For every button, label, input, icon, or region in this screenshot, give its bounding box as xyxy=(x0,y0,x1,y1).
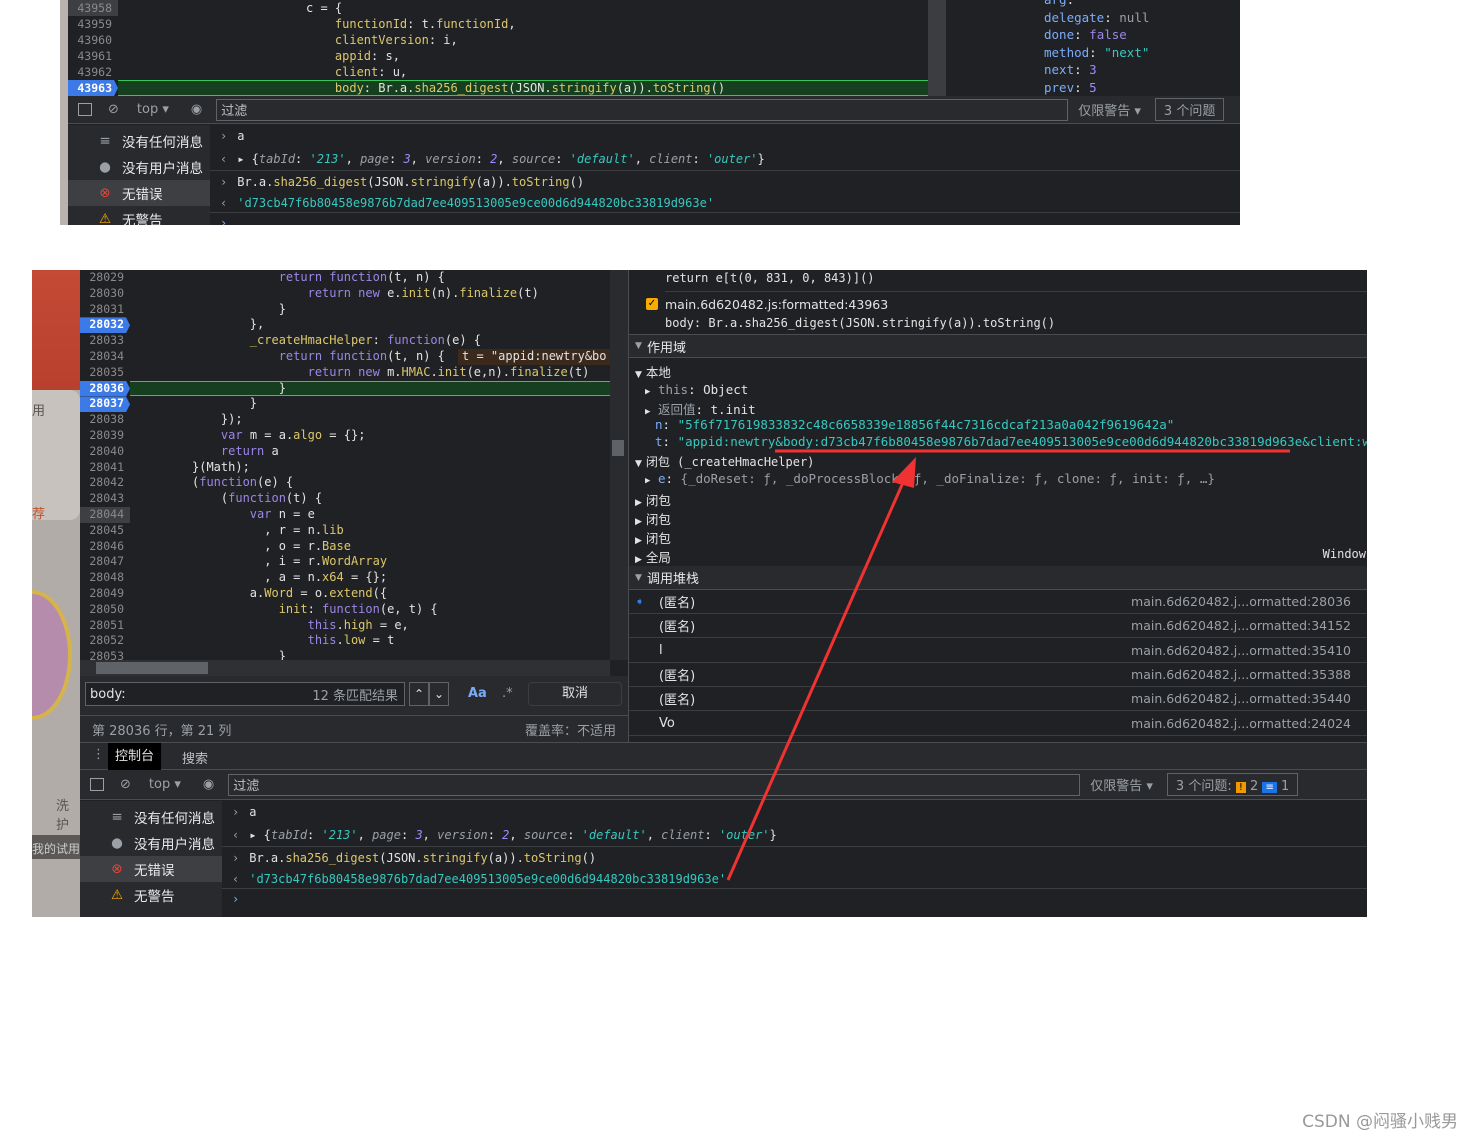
annotation-overlay xyxy=(726,449,1290,881)
watermark: CSDN @闷骚小贱男 xyxy=(1302,1112,1458,1132)
red-arrow-head xyxy=(892,457,916,488)
red-arrow xyxy=(726,477,907,881)
